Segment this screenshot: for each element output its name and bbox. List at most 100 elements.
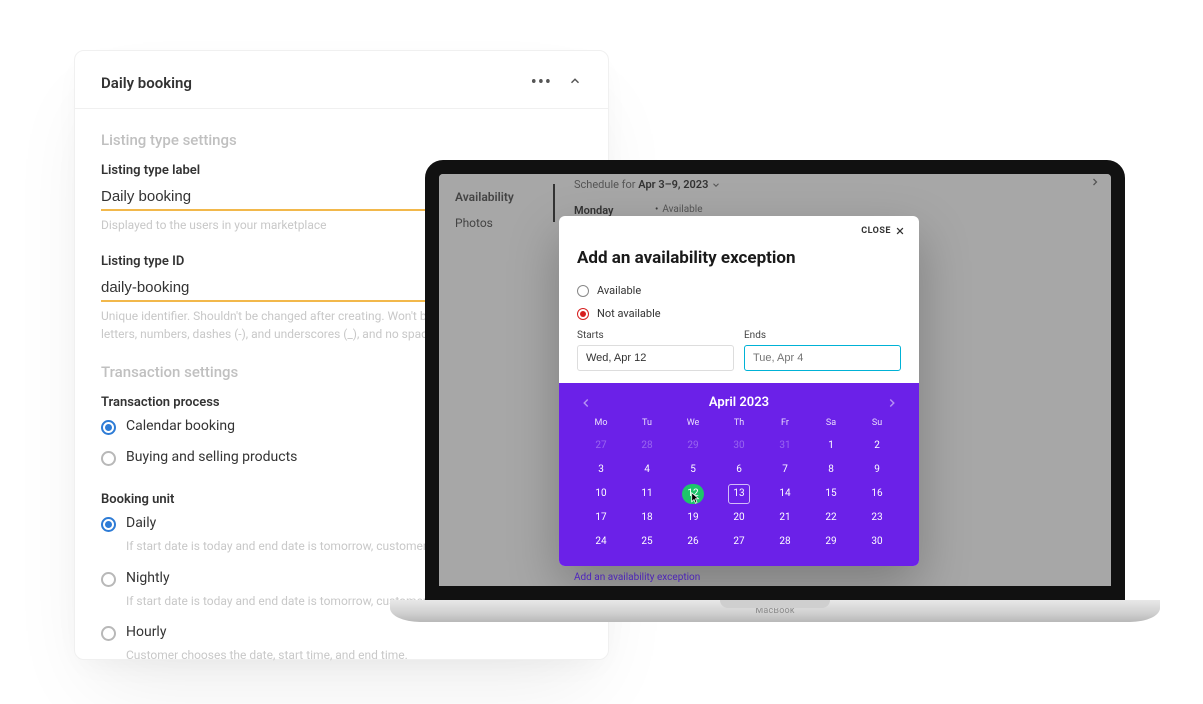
calendar-day[interactable]: 26: [682, 532, 704, 552]
close-icon: [895, 226, 905, 236]
calendar-day[interactable]: 17: [590, 508, 612, 528]
calendar-grid: MoTuWeThFrSaSu27282930311234567891011121…: [579, 418, 899, 552]
calendar-day[interactable]: 29: [820, 532, 842, 552]
unit-option-label: Nightly: [126, 570, 170, 586]
exception-modal: CLOSE Add an availability exception Avai…: [559, 216, 919, 566]
calendar-day[interactable]: 8: [820, 460, 842, 480]
process-option-label: Calendar booking: [126, 418, 235, 434]
calendar-day[interactable]: 20: [728, 508, 750, 528]
close-label: CLOSE: [861, 226, 891, 236]
calendar-day[interactable]: 22: [820, 508, 842, 528]
calendar-day[interactable]: 7: [774, 460, 796, 480]
ends-label: Ends: [744, 330, 901, 341]
radio-icon[interactable]: [101, 572, 116, 587]
available-indicator: Available: [655, 204, 703, 215]
calendar-day[interactable]: 15: [820, 484, 842, 504]
calendar-day[interactable]: 11: [636, 484, 658, 504]
calendar-day[interactable]: 19: [682, 508, 704, 528]
header-actions: •••: [531, 73, 582, 92]
schedule-prefix: Schedule for: [574, 178, 638, 191]
prev-month-button[interactable]: [579, 396, 593, 410]
starts-field: Starts: [577, 330, 734, 371]
calendar-title: April 2023: [709, 395, 769, 410]
calendar-day[interactable]: 4: [636, 460, 658, 480]
section-listing-heading: Listing type settings: [101, 131, 582, 149]
calendar-day[interactable]: 5: [682, 460, 704, 480]
radio-icon[interactable]: [577, 285, 589, 297]
app-screen: Availability Photos Schedule for Apr 3–9…: [439, 174, 1111, 586]
modal-option-not-available[interactable]: Not available: [577, 307, 901, 320]
date-fields: Starts Ends: [577, 330, 901, 371]
radio-icon[interactable]: [101, 517, 116, 532]
calendar-day[interactable]: 27: [728, 532, 750, 552]
sidebar-separator: [553, 184, 555, 222]
cursor-icon: [691, 492, 700, 504]
ends-input[interactable]: [744, 345, 901, 371]
calendar-day-other[interactable]: 31: [774, 436, 796, 456]
settings-header: Daily booking •••: [75, 51, 608, 109]
calendar-day[interactable]: 30: [866, 532, 888, 552]
calendar-dow: Su: [855, 418, 899, 432]
calendar-nav: April 2023: [579, 395, 899, 410]
modal-title: Add an availability exception: [577, 248, 901, 268]
calendar-day[interactable]: 6: [728, 460, 750, 480]
collapse-icon[interactable]: [568, 73, 582, 92]
more-icon[interactable]: •••: [531, 74, 552, 92]
calendar-day[interactable]: 10: [590, 484, 612, 504]
calendar-day[interactable]: 1: [820, 436, 842, 456]
calendar-day[interactable]: 14: [774, 484, 796, 504]
modal-option-label: Not available: [597, 307, 661, 320]
calendar-day[interactable]: 28: [774, 532, 796, 552]
modal-option-label: Available: [597, 284, 641, 297]
close-button[interactable]: CLOSE: [861, 226, 905, 236]
sidebar-item-availability[interactable]: Availability: [447, 184, 557, 210]
radio-icon[interactable]: [101, 451, 116, 466]
calendar-day[interactable]: 25: [636, 532, 658, 552]
laptop-base: MacBook: [390, 600, 1160, 622]
add-exception-link[interactable]: Add an availability exception: [574, 572, 700, 583]
calendar-day[interactable]: 21: [774, 508, 796, 528]
settings-title: Daily booking: [101, 74, 192, 92]
sidebar-item-photos[interactable]: Photos: [447, 210, 557, 236]
calendar-day[interactable]: 12: [682, 484, 704, 504]
next-month-button[interactable]: [885, 396, 899, 410]
calendar-day[interactable]: 18: [636, 508, 658, 528]
ends-field: Ends: [744, 330, 901, 371]
calendar-day-other[interactable]: 28: [636, 436, 658, 456]
calendar-dow: Sa: [809, 418, 853, 432]
calendar-day[interactable]: 23: [866, 508, 888, 528]
schedule-range: Apr 3–9, 2023: [638, 178, 708, 191]
chevron-down-icon[interactable]: [711, 180, 721, 190]
calendar-day[interactable]: 2: [866, 436, 888, 456]
unit-option-help: Customer chooses the date, start time, a…: [126, 647, 582, 664]
unit-option-2[interactable]: Hourly Customer chooses the date, start …: [101, 624, 582, 664]
starts-label: Starts: [577, 330, 734, 341]
calendar-day-other[interactable]: 29: [682, 436, 704, 456]
sidebar: Availability Photos: [447, 184, 557, 236]
radio-icon[interactable]: [101, 420, 116, 435]
radio-icon[interactable]: [101, 626, 116, 641]
calendar-dow: Th: [717, 418, 761, 432]
unit-option-label: Hourly: [126, 624, 166, 640]
calendar-day[interactable]: 16: [866, 484, 888, 504]
laptop-brand: MacBook: [755, 606, 794, 616]
calendar-day[interactable]: 3: [590, 460, 612, 480]
radio-icon[interactable]: [577, 308, 589, 320]
next-week-button[interactable]: [1089, 176, 1101, 192]
starts-input[interactable]: [577, 345, 734, 371]
schedule-bar: Schedule for Apr 3–9, 2023: [574, 176, 1101, 192]
laptop-screen: Availability Photos Schedule for Apr 3–9…: [425, 160, 1125, 600]
unit-option-label: Daily: [126, 515, 156, 531]
calendar-day[interactable]: 9: [866, 460, 888, 480]
calendar-dow: We: [671, 418, 715, 432]
calendar-day[interactable]: 13: [728, 484, 750, 504]
calendar-dow: Fr: [763, 418, 807, 432]
schedule-label[interactable]: Schedule for Apr 3–9, 2023: [574, 178, 721, 191]
calendar-dow: Mo: [579, 418, 623, 432]
calendar: April 2023 MoTuWeThFrSaSu272829303112345…: [559, 383, 919, 566]
calendar-day[interactable]: 24: [590, 532, 612, 552]
calendar-day-other[interactable]: 30: [728, 436, 750, 456]
modal-option-available[interactable]: Available: [577, 284, 901, 297]
laptop-mock: Availability Photos Schedule for Apr 3–9…: [390, 160, 1160, 622]
calendar-day-other[interactable]: 27: [590, 436, 612, 456]
